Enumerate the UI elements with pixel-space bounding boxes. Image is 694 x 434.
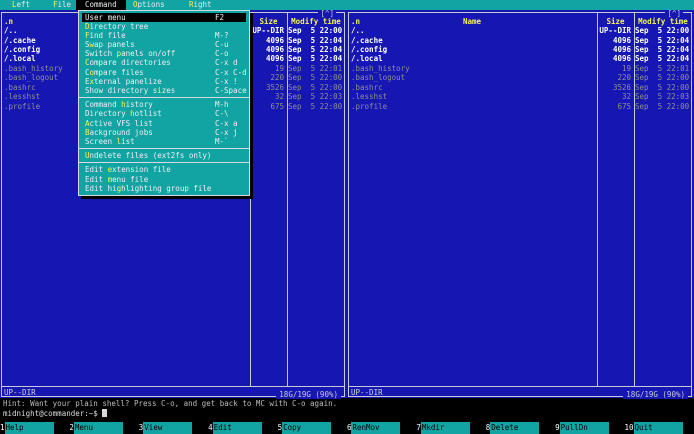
menu-item-switch-panels[interactable]: Switch panels on/off C-o — [82, 49, 246, 58]
menu-item-swap-panels[interactable]: Swap panels C-u — [82, 40, 246, 49]
hint-line: Hint: Want your plain shell? Press C-o, … — [3, 398, 338, 408]
menu-item-directory-hotlist[interactable]: Directory hotlist C-\ — [82, 109, 246, 118]
menu-item-background-jobs[interactable]: Background jobs C-x j — [82, 128, 246, 137]
menu-item-directory-tree[interactable]: Directory tree — [82, 22, 246, 31]
mini-status: UP--DIR — [4, 387, 36, 397]
shortcut-label: C-x j — [215, 127, 238, 137]
fkey-renmov[interactable]: 6 RenMov — [347, 421, 416, 434]
fkey-menu[interactable]: 2 Menu — [69, 421, 138, 434]
menu-item-show-directory-sizes[interactable]: Show directory sizes C-Space — [82, 86, 247, 95]
function-key-bar: 1 Help 2 Menu 3 View 4 Edit 5 Copy 6 RenMov 7M… — [0, 421, 694, 434]
file-row[interactable]: /.. UP--DIR Sep 5 22:00 — [349, 26, 691, 35]
mini-status-separator — [2, 386, 344, 387]
panel-up-button[interactable]: [^] — [318, 9, 336, 18]
menu-item-undelete-files[interactable]: Undelete files (ext2fs only) — [82, 151, 246, 160]
menubar-item-command[interactable]: Command — [76, 0, 126, 10]
right-file-list: /.. UP--DIR Sep 5 22:00 /.cache 4096 Sep 5 2… — [349, 26, 691, 111]
file-row[interactable]: .bash_logout 220 Sep 5 22:00 — [349, 73, 691, 82]
column-header-mtime[interactable]: Modify time — [635, 17, 691, 26]
shortcut-label: C-u — [215, 40, 229, 50]
menu-item-compare-files[interactable]: Compare files C-x C-d — [82, 67, 247, 77]
right-panel: [^] .n Name Size Modify time /.. UP--DIR S… — [347, 9, 694, 400]
fkey-copy[interactable]: 5 Copy — [278, 421, 347, 434]
column-header-size[interactable]: Size — [250, 17, 287, 26]
menu-bar: Left File Command Options Right — [0, 0, 694, 10]
menubar-item-right[interactable]: Right — [189, 0, 212, 10]
shortcut-label: C-x ! — [215, 76, 238, 86]
file-row[interactable]: /.config 4096 Sep 5 22:04 — [349, 45, 691, 54]
mini-status-separator — [349, 386, 691, 387]
menubar-item-left[interactable]: Left — [12, 0, 30, 10]
menu-item-edit-extension-file[interactable]: Edit extension file — [82, 165, 246, 174]
menu-item-edit-highlighting-group-file[interactable]: Edit highlighting group file — [82, 184, 246, 193]
column-header-name[interactable]: Name — [349, 17, 595, 26]
shell-prompt[interactable]: midnight@commander:~$ — [3, 408, 107, 418]
mini-status: UP--DIR — [351, 387, 383, 397]
free-space-indicator: 18G/19G (90%) — [276, 390, 341, 400]
shortcut-label: C-x C-d — [215, 67, 247, 77]
menu-item-active-vfs-list[interactable]: Active VFS list C-x a — [82, 119, 246, 128]
menu-item-screen-list[interactable]: Screen list M-` — [82, 137, 246, 146]
panel-up-button[interactable]: [^] — [665, 9, 683, 18]
file-row[interactable]: /.local 4096 Sep 5 22:04 — [349, 54, 691, 63]
file-row[interactable]: .lesshst 32 Sep 5 22:03 — [349, 92, 691, 101]
shortcut-label: M-` — [215, 136, 229, 146]
menu-item-external-panelize[interactable]: External panelize C-x ! — [82, 77, 246, 86]
mc-terminal-screen: [^] .n Name Size Modify time /..UP--DIRS… — [0, 0, 694, 434]
menu-item-find-file[interactable]: Find file M-? — [82, 31, 246, 40]
shortcut-label: M-? — [215, 30, 229, 40]
file-row[interactable]: /.cache 4096 Sep 5 22:04 — [349, 36, 691, 45]
fkey-help[interactable]: 1 Help — [0, 421, 69, 434]
column-header-size[interactable]: Size — [597, 17, 634, 26]
shortcut-label: F2 — [215, 12, 225, 22]
fkey-mkdir[interactable]: 7 Mkdir — [416, 421, 485, 434]
file-row[interactable]: .bash_history 19 Sep 5 22:01 — [349, 64, 691, 73]
menubar-item-options[interactable]: Options — [133, 0, 165, 10]
fkey-edit[interactable]: 4 Edit — [208, 421, 277, 434]
command-dropdown-menu: User menu F2 Directory tree Find file M-? … — [78, 9, 250, 196]
shortcut-label: C-o — [215, 49, 229, 59]
file-row[interactable]: .bashrc 3526 Sep 5 22:00 — [349, 83, 691, 92]
shortcut-label: C-Space — [215, 86, 247, 95]
shortcut-label: C-\ — [215, 109, 229, 119]
shortcut-label: M-h — [215, 100, 229, 110]
menu-item-edit-menu-file[interactable]: Edit menu file — [82, 175, 246, 184]
menu-item-user-menu[interactable]: User menu F2 — [82, 12, 246, 22]
free-space-indicator: 18G/19G (90%) — [623, 390, 688, 400]
shortcut-label: C-x d — [215, 58, 238, 68]
menubar-item-file[interactable]: File — [53, 0, 71, 10]
fkey-pulldn[interactable]: 9 PullDn — [555, 421, 624, 434]
right-panel-header: .n Name Size Modify time — [347, 17, 694, 26]
menu-item-command-history[interactable]: Command history M-h — [82, 100, 246, 109]
terminal-cursor — [101, 408, 107, 417]
file-row[interactable]: .profile 675 Sep 5 22:00 — [349, 102, 691, 111]
column-header-mtime[interactable]: Modify time — [288, 17, 344, 26]
menu-item-compare-directories[interactable]: Compare directories C-x d — [82, 58, 246, 67]
shortcut-label: C-x a — [215, 118, 238, 128]
fkey-view[interactable]: 3 View — [139, 421, 208, 434]
fkey-quit[interactable]: 10 Quit — [625, 421, 694, 434]
fkey-delete[interactable]: 8 Delete — [486, 421, 555, 434]
prompt-text: midnight@commander:~$ — [3, 408, 98, 418]
